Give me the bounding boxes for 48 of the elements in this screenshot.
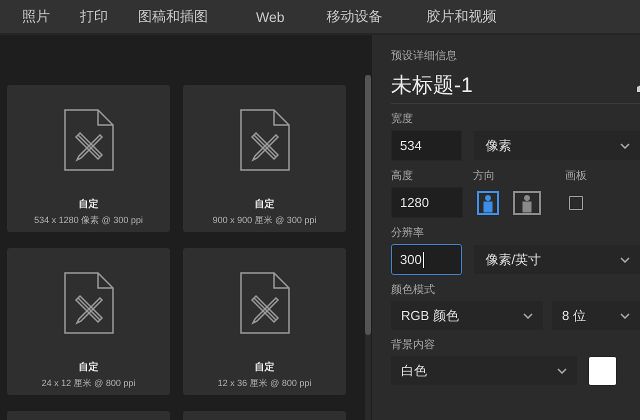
orientation-label: 方向 xyxy=(473,169,496,183)
artboard-checkbox[interactable] xyxy=(569,196,583,210)
preset-name: 自定 xyxy=(78,197,98,211)
preset-category-tab[interactable]: 照片 xyxy=(22,8,50,26)
document-ruler-pencil-icon xyxy=(64,272,114,334)
height-field[interactable]: 1280 xyxy=(391,187,463,218)
document-ruler-pencil-icon xyxy=(64,109,114,171)
chevron-down-icon xyxy=(523,312,534,318)
document-ruler-pencil-icon xyxy=(240,109,290,171)
width-unit-dropdown[interactable]: 像素 xyxy=(474,131,640,160)
section-heading: 预设详细信息 xyxy=(391,49,458,63)
document-name-field[interactable]: 未标题-1 xyxy=(391,71,473,99)
document-ruler-pencil-icon xyxy=(240,272,290,334)
chevron-down-icon xyxy=(557,368,567,374)
preset-name: 自定 xyxy=(254,197,274,211)
background-label: 背景内容 xyxy=(391,338,436,352)
preset-size: 24 x 12 厘米 @ 800 ppi xyxy=(42,377,136,390)
preset-size: 534 x 1280 像素 @ 300 ppi xyxy=(34,214,143,227)
preset-category-tab[interactable]: 打印 xyxy=(80,8,108,26)
preset-category-tab[interactable]: 图稿和插图 xyxy=(138,8,208,26)
resolution-unit-dropdown[interactable]: 像素/英寸 xyxy=(474,245,640,274)
resolution-label: 分辨率 xyxy=(391,226,425,240)
bit-depth-dropdown[interactable]: 8 位 xyxy=(552,301,640,330)
preset-category-tab[interactable]: 胶片和视频 xyxy=(426,8,497,26)
resolution-field[interactable]: 300 xyxy=(391,244,462,275)
preset-size: 900 x 900 厘米 @ 300 ppi xyxy=(212,214,316,227)
chevron-down-icon xyxy=(620,312,630,318)
chevron-down-icon xyxy=(620,256,630,262)
preset-card[interactable]: 自定 900 x 900 厘米 @ 300 ppi xyxy=(183,85,346,232)
preset-category-tab[interactable]: 移动设备 xyxy=(326,8,383,26)
preset-card[interactable]: 自定 12 x 36 厘米 @ 800 ppi xyxy=(183,248,346,395)
height-label: 高度 xyxy=(391,169,414,183)
chevron-down-icon xyxy=(620,142,630,148)
landscape-orientation-icon[interactable] xyxy=(513,190,541,214)
artboard-label: 画板 xyxy=(565,169,587,183)
preset-name: 自定 xyxy=(254,360,274,374)
background-dropdown[interactable]: 白色 xyxy=(391,356,577,385)
preset-category-tab[interactable]: Web xyxy=(256,8,285,24)
width-field[interactable]: 534 xyxy=(391,130,462,161)
preset-card[interactable]: 自定 24 x 12 厘米 @ 800 ppi xyxy=(7,248,170,395)
background-color-swatch[interactable] xyxy=(589,356,616,384)
preset-size: 12 x 36 厘米 @ 800 ppi xyxy=(218,377,312,390)
width-label: 宽度 xyxy=(391,112,414,126)
portrait-orientation-icon[interactable] xyxy=(477,190,499,214)
color-mode-dropdown[interactable]: RGB 颜色 xyxy=(391,301,544,330)
preset-card[interactable]: 自定 534 x 1280 像素 @ 300 ppi xyxy=(7,85,170,232)
color-mode-label: 颜色模式 xyxy=(391,283,436,297)
preset-name: 自定 xyxy=(78,360,98,374)
